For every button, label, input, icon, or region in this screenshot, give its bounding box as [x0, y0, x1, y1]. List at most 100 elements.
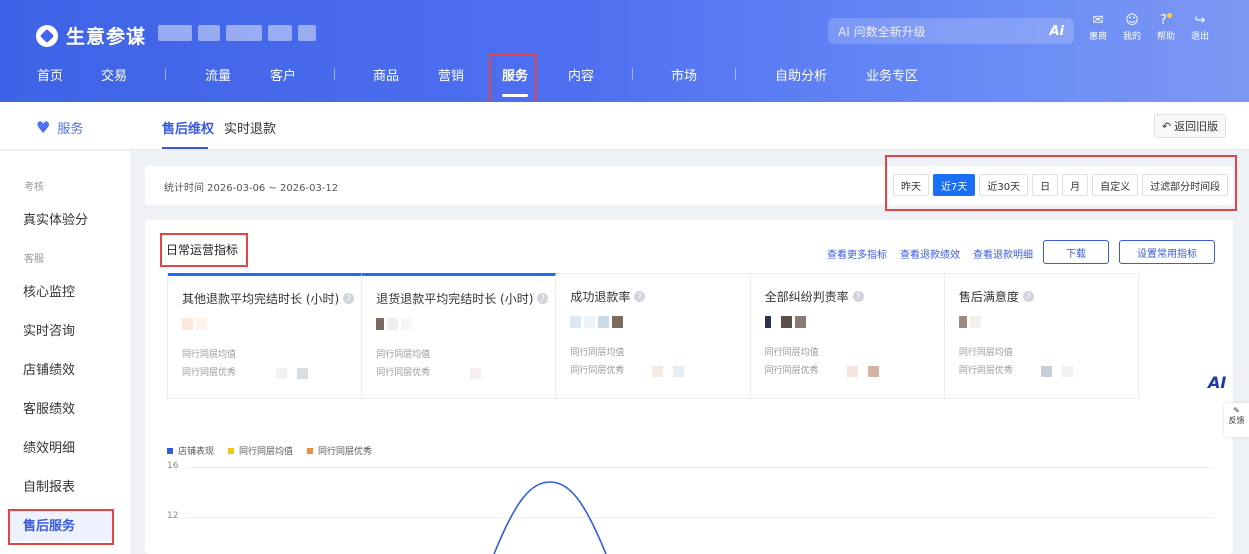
nav-divider [632, 68, 633, 80]
help-button[interactable]: ? 帮助 [1153, 13, 1179, 44]
sidebar-group-assessment: 考核 [24, 182, 44, 193]
kpi-card[interactable]: 退货退款平均完结时长 (小时)? 同行同层均值 同行同层优秀 [362, 273, 557, 398]
logout-label: 退出 [1190, 31, 1209, 42]
kpi-card[interactable]: 成功退款率? 同行同层均值 同行同层优秀 [556, 274, 751, 398]
sidebar-item-cs-performance[interactable]: 客服绩效 [23, 398, 75, 417]
view-refund-performance-link[interactable]: 查看退款绩效 [900, 246, 960, 261]
sidebar-item-shop-performance[interactable]: 店铺绩效 [23, 359, 75, 378]
tab-realtime-refund[interactable]: 实时退款 [224, 118, 276, 137]
help-icon: ? [1153, 13, 1179, 30]
kpi-avg-label: 同行同层均值 [958, 348, 1013, 358]
kpi-avg-label: 同行同层均值 [764, 348, 819, 358]
range-day-button[interactable]: 日 [1032, 174, 1059, 196]
help-icon[interactable]: ? [343, 293, 355, 304]
view-more-metrics-link[interactable]: 查看更多指标 [827, 246, 887, 261]
nav-item-product[interactable]: 商品 [373, 65, 399, 84]
legend-swatch-avg [228, 447, 235, 454]
legend-item[interactable]: 店铺表现 [167, 444, 214, 457]
help-label: 帮助 [1156, 31, 1175, 42]
legend-item[interactable]: 同行同层均值 [228, 444, 293, 457]
range-custom-button[interactable]: 自定义 [1092, 174, 1139, 196]
sidebar-item-realtime-consult[interactable]: 实时咨询 [23, 320, 75, 339]
kpi-name: 退货退款平均完结时长 (小时) [376, 292, 534, 306]
user-icon: ☺ [1125, 13, 1139, 28]
logo[interactable]: 生意参谋 [36, 22, 146, 49]
logo-icon [36, 24, 58, 47]
ai-icon[interactable]: Ai [1049, 24, 1064, 39]
kpi-name: 全部纠纷判责率 [764, 290, 849, 304]
message-icon: ✉ [1092, 13, 1104, 28]
y-tick: 12 [167, 511, 179, 521]
shop-name-blurred [158, 25, 328, 43]
kpi-avg-label: 同行同层均值 [182, 350, 237, 360]
legend-item[interactable]: 同行同层优秀 [307, 444, 372, 457]
kpi-best-label: 同行同层优秀 [764, 366, 819, 376]
range-month-button[interactable]: 月 [1062, 174, 1089, 196]
sidebar-item-core-monitor[interactable]: 核心监控 [23, 281, 75, 300]
range-yesterday-button[interactable]: 昨天 [893, 174, 929, 196]
nav-item-service[interactable]: 服务 [502, 65, 528, 84]
nav-item-business-zone[interactable]: 业务专区 [866, 65, 918, 84]
kpi-best-label: 同行同层优秀 [958, 366, 1013, 376]
nav-divider [735, 68, 736, 80]
section-title-label: 服务 [57, 122, 84, 137]
user-button[interactable]: ☺ 我的 [1119, 13, 1145, 44]
metrics-title: 日常运营指标 [166, 243, 239, 257]
sidebar-item-performance-detail[interactable]: 绩效明细 [23, 437, 75, 456]
kpi-best-label: 同行同层优秀 [182, 368, 237, 378]
legend-swatch-store [167, 447, 173, 454]
nav-item-customer[interactable]: 客户 [270, 65, 296, 84]
view-refund-detail-link[interactable]: 查看退款明细 [973, 246, 1033, 261]
help-icon[interactable]: ? [537, 293, 549, 304]
kpi-card[interactable]: 全部纠纷判责率? 同行同层均值 同行同层优秀 [751, 274, 945, 398]
kpi-avg-label: 同行同层均值 [570, 348, 625, 358]
nav-divider [165, 68, 166, 80]
tab-after-sales[interactable]: 售后维权 [162, 118, 214, 137]
ai-assistant-badge[interactable]: AI [1208, 373, 1226, 392]
kpi-name: 成功退款率 [570, 290, 631, 304]
range-filter-period-button[interactable]: 过滤部分时间段 [1142, 174, 1229, 196]
kpi-value-blurred [182, 318, 361, 330]
message-button[interactable]: ✉ 惠商 [1085, 13, 1111, 44]
nav-item-self-analysis[interactable]: 自助分析 [775, 65, 827, 84]
nav-item-trade[interactable]: 交易 [101, 65, 127, 84]
store-series-line [493, 481, 607, 554]
nav-item-marketing[interactable]: 营销 [438, 65, 464, 84]
kpi-value-blurred [570, 316, 749, 328]
range-30days-button[interactable]: 近30天 [979, 174, 1029, 196]
back-to-old-button[interactable]: ↶ 返回旧版 [1154, 114, 1226, 138]
help-icon[interactable]: ? [1022, 291, 1034, 302]
sidebar-item-after-sales[interactable]: 售后服务 [23, 515, 75, 534]
nav-item-content[interactable]: 内容 [568, 65, 594, 84]
kpi-card[interactable]: 其他退款平均完结时长 (小时)? 同行同层均值 同行同层优秀 [168, 273, 363, 398]
help-icon[interactable]: ? [634, 291, 646, 302]
set-common-metrics-button[interactable]: 设置常用指标 [1119, 240, 1215, 264]
legend-swatch-best [307, 447, 314, 454]
kpi-row: 其他退款平均完结时长 (小时)? 同行同层均值 同行同层优秀 退货退款平均完结时… [167, 273, 1139, 399]
download-button[interactable]: 下载 [1043, 240, 1109, 264]
feedback-label: 反馈 [1228, 416, 1245, 425]
sidebar-item-custom-report[interactable]: 自制报表 [23, 476, 75, 495]
sidebar-group-cs: 客服 [24, 254, 44, 265]
sidebar-item-real-experience[interactable]: 真实体验分 [23, 209, 88, 228]
legend-label: 同行同层优秀 [318, 447, 373, 457]
feedback-icon: ✎ [1233, 406, 1240, 415]
logout-button[interactable]: ↪ 退出 [1187, 13, 1213, 44]
range-7days-button[interactable]: 近7天 [933, 174, 976, 196]
kpi-name: 售后满意度 [958, 290, 1019, 304]
legend-label: 同行同层均值 [239, 447, 294, 457]
kpi-card[interactable]: 售后满意度? 同行同层均值 同行同层优秀 [945, 274, 1138, 398]
kpi-best-label: 同行同层优秀 [376, 368, 431, 378]
nav-divider [334, 68, 335, 80]
ai-search-bar[interactable]: AI 问数全新升级 Ai [828, 18, 1074, 44]
help-icon[interactable]: ? [852, 291, 864, 302]
kpi-avg-label: 同行同层均值 [376, 350, 431, 360]
feedback-button[interactable]: ✎ 反馈 [1224, 403, 1249, 437]
nav-item-home[interactable]: 首页 [37, 65, 63, 84]
top-header: 生意参谋 AI 问数全新升级 Ai ✉ 惠商 ☺ 我的 ? 帮助 ↪ 退出 首页… [0, 0, 1249, 102]
nav-item-traffic[interactable]: 流量 [205, 65, 231, 84]
nav-item-market[interactable]: 市场 [671, 65, 697, 84]
kpi-value-blurred [764, 316, 944, 328]
logout-icon: ↪ [1194, 13, 1206, 28]
message-label: 惠商 [1088, 31, 1107, 42]
